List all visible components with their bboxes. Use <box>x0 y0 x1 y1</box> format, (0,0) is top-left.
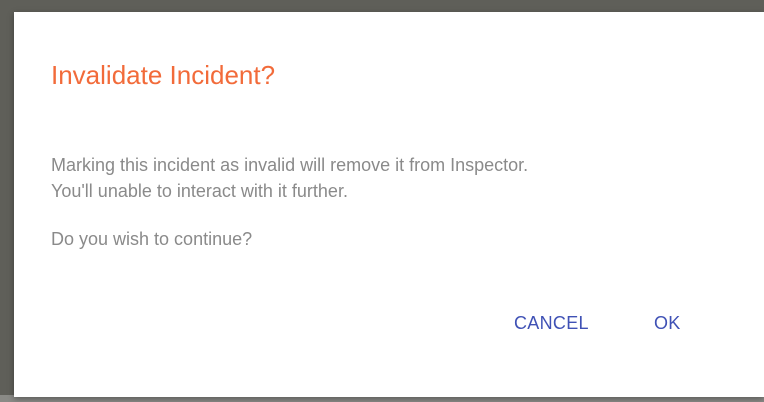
dialog-question: Do you wish to continue? <box>51 229 253 249</box>
invalidate-incident-dialog: Invalidate Incident? Marking this incide… <box>14 12 764 397</box>
dialog-message-line-2: You'll unable to interact with it furthe… <box>51 181 348 201</box>
dialog-title: Invalidate Incident? <box>51 60 276 90</box>
dialog-actions: CANCEL OK <box>14 308 764 344</box>
dialog-message-line-1: Marking this incident as invalid will re… <box>51 155 529 175</box>
cancel-button[interactable]: CANCEL <box>514 308 589 338</box>
dialog-message: Marking this incident as invalid will re… <box>51 152 731 204</box>
dialog-body: Marking this incident as invalid will re… <box>51 152 731 252</box>
ok-button[interactable]: OK <box>654 308 681 338</box>
